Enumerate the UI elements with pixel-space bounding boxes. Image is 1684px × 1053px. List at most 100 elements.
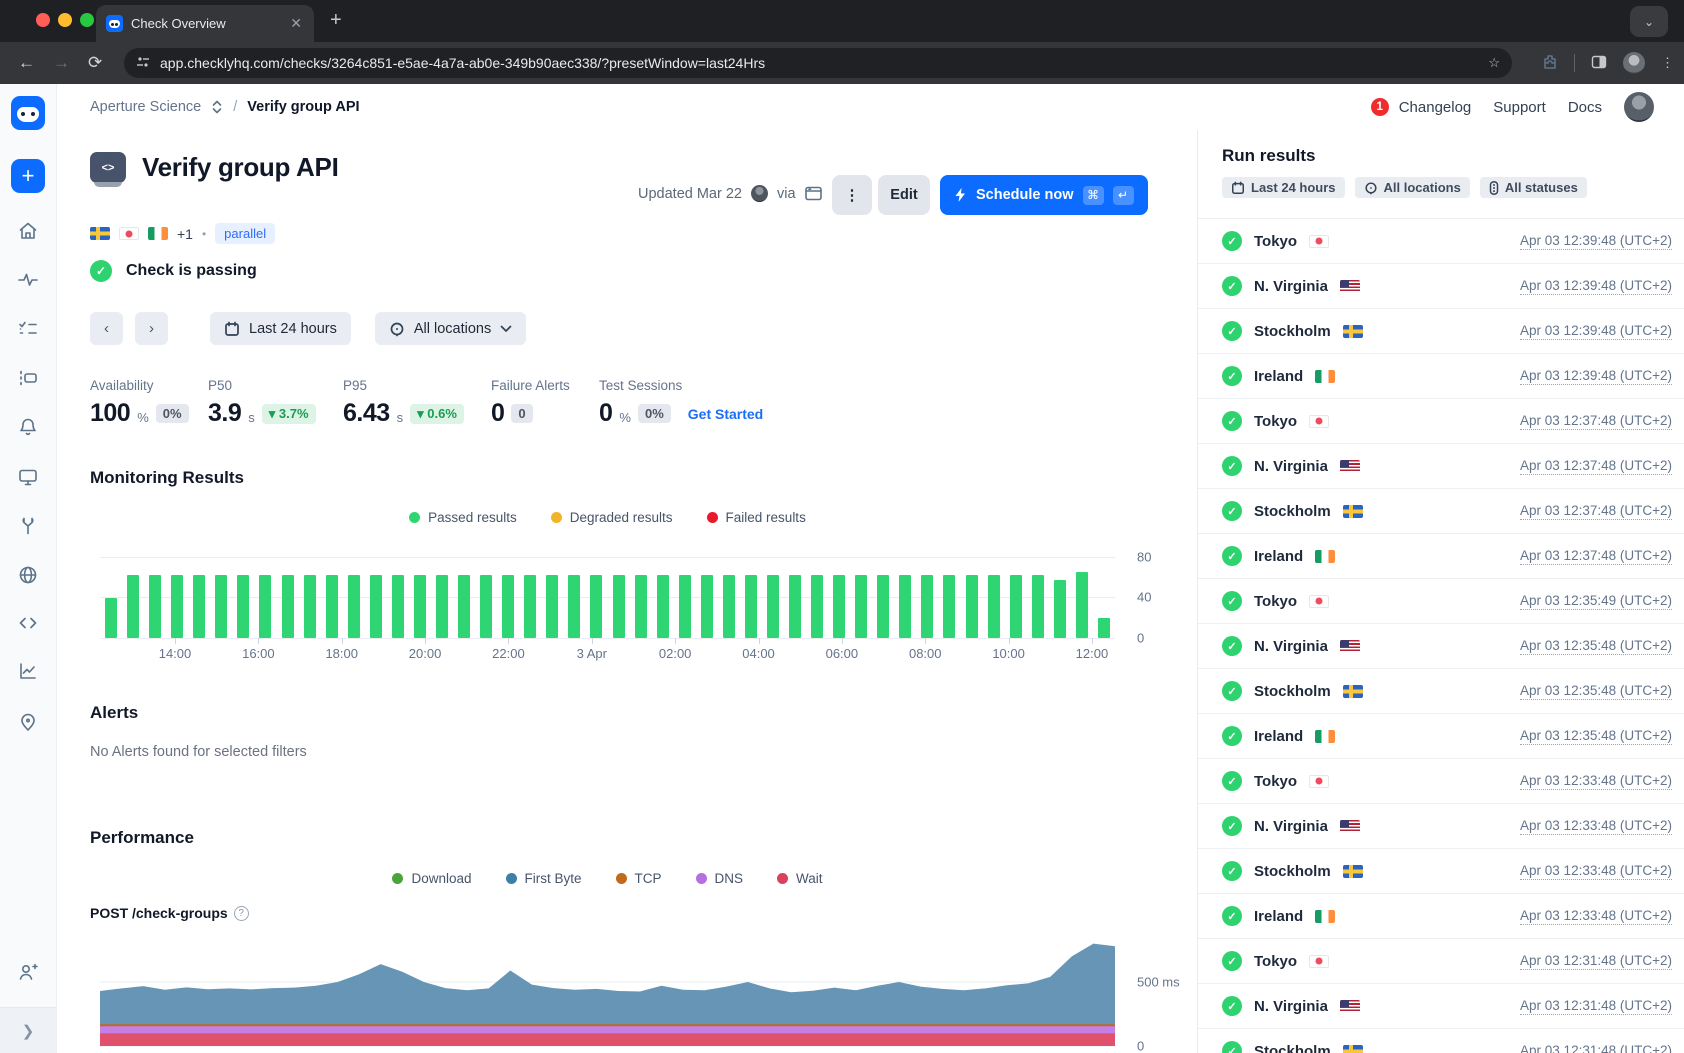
result-bar[interactable] [1054, 580, 1066, 638]
result-bar[interactable] [259, 575, 271, 638]
browser-tab[interactable]: Check Overview ✕ [96, 5, 314, 42]
result-bar[interactable] [1010, 575, 1022, 638]
run-timestamp-link[interactable]: Apr 03 12:35:49 (UTC+2) [1520, 593, 1672, 610]
result-bar[interactable] [370, 575, 382, 638]
run-timestamp-link[interactable]: Apr 03 12:31:48 (UTC+2) [1520, 998, 1672, 1015]
result-bar[interactable] [701, 575, 713, 638]
result-bar[interactable] [833, 575, 845, 638]
result-bar[interactable] [215, 575, 227, 638]
next-window-button[interactable]: › [135, 312, 168, 345]
run-result-row[interactable]: ✓N. VirginiaApr 03 12:37:48 (UTC+2) [1198, 444, 1684, 489]
run-result-row[interactable]: ✓StockholmApr 03 12:33:48 (UTC+2) [1198, 849, 1684, 894]
result-bar[interactable] [635, 575, 647, 638]
result-bar[interactable] [149, 575, 161, 638]
locations-pin-icon[interactable] [17, 711, 39, 733]
result-bar[interactable] [348, 575, 360, 638]
browser-menu-icon[interactable]: ⋮ [1661, 55, 1674, 71]
result-bar[interactable] [811, 575, 823, 638]
result-bar[interactable] [282, 575, 294, 638]
run-timestamp-link[interactable]: Apr 03 12:37:48 (UTC+2) [1520, 503, 1672, 520]
result-bar[interactable] [966, 575, 978, 638]
run-timestamp-link[interactable]: Apr 03 12:33:48 (UTC+2) [1520, 773, 1672, 790]
run-timestamp-link[interactable]: Apr 03 12:31:48 (UTC+2) [1520, 953, 1672, 970]
schedule-now-button[interactable]: Schedule now ⌘ ↵ [940, 175, 1148, 215]
run-timestamp-link[interactable]: Apr 03 12:33:48 (UTC+2) [1520, 908, 1672, 925]
result-bar[interactable] [1098, 618, 1110, 638]
result-bar[interactable] [679, 575, 691, 638]
run-result-row[interactable]: ✓TokyoApr 03 12:37:48 (UTC+2) [1198, 399, 1684, 444]
run-result-row[interactable]: ✓N. VirginiaApr 03 12:35:48 (UTC+2) [1198, 624, 1684, 669]
result-bar[interactable] [1032, 575, 1044, 638]
maximize-window-button[interactable] [80, 13, 94, 27]
extensions-icon[interactable] [1542, 54, 1558, 73]
run-result-row[interactable]: ✓TokyoApr 03 12:35:49 (UTC+2) [1198, 579, 1684, 624]
result-bar[interactable] [1076, 572, 1088, 638]
run-result-row[interactable]: ✓TokyoApr 03 12:39:48 (UTC+2) [1198, 219, 1684, 264]
account-switcher[interactable]: Aperture Science [90, 99, 201, 115]
tab-close-icon[interactable]: ✕ [288, 15, 304, 32]
result-bar[interactable] [524, 575, 536, 638]
support-link[interactable]: Support [1493, 99, 1546, 116]
sidebar-expand-button[interactable]: ❯ [0, 1007, 56, 1053]
run-filter-locations[interactable]: All locations [1355, 177, 1470, 198]
minimize-window-button[interactable] [58, 13, 72, 27]
run-timestamp-link[interactable]: Apr 03 12:39:48 (UTC+2) [1520, 368, 1672, 385]
invite-user-icon[interactable] [17, 961, 39, 983]
result-bar[interactable] [988, 575, 1000, 638]
result-bar[interactable] [480, 575, 492, 638]
dashboards-monitor-icon[interactable] [17, 466, 39, 488]
alerts-bell-icon[interactable] [17, 416, 39, 438]
wait-area[interactable] [100, 1033, 1115, 1046]
run-timestamp-link[interactable]: Apr 03 12:39:48 (UTC+2) [1520, 233, 1672, 250]
result-bar[interactable] [613, 575, 625, 638]
run-result-row[interactable]: ✓StockholmApr 03 12:35:48 (UTC+2) [1198, 669, 1684, 714]
url-text[interactable]: app.checklyhq.com/checks/3264c851-e5ae-4… [160, 55, 1478, 71]
run-result-row[interactable]: ✓TokyoApr 03 12:33:48 (UTC+2) [1198, 759, 1684, 804]
run-timestamp-link[interactable]: Apr 03 12:37:48 (UTC+2) [1520, 548, 1672, 565]
run-result-row[interactable]: ✓StockholmApr 03 12:31:48 (UTC+2) [1198, 1029, 1684, 1053]
create-new-button[interactable]: + [11, 159, 45, 193]
result-bar[interactable] [502, 575, 514, 638]
run-timestamp-link[interactable]: Apr 03 12:39:48 (UTC+2) [1520, 323, 1672, 340]
locations-filter-button[interactable]: All locations [375, 312, 526, 345]
result-bar[interactable] [171, 575, 183, 638]
result-bar[interactable] [877, 575, 889, 638]
result-bar[interactable] [304, 575, 316, 638]
result-bar[interactable] [921, 575, 933, 638]
run-result-row[interactable]: ✓IrelandApr 03 12:37:48 (UTC+2) [1198, 534, 1684, 579]
result-bar[interactable] [899, 575, 911, 638]
reload-icon[interactable]: ⟳ [88, 53, 102, 73]
run-result-row[interactable]: ✓IrelandApr 03 12:39:48 (UTC+2) [1198, 354, 1684, 399]
private-locations-globe-icon[interactable] [17, 564, 39, 586]
run-timestamp-link[interactable]: Apr 03 12:33:48 (UTC+2) [1520, 818, 1672, 835]
run-timestamp-link[interactable]: Apr 03 12:39:48 (UTC+2) [1520, 278, 1672, 295]
run-timestamp-link[interactable]: Apr 03 12:37:48 (UTC+2) [1520, 458, 1672, 475]
run-filter-statuses[interactable]: All statuses [1480, 177, 1587, 198]
checklist-icon[interactable] [17, 318, 39, 340]
account-switch-icon[interactable] [211, 99, 223, 115]
result-bar[interactable] [436, 575, 448, 638]
run-result-row[interactable]: ✓IrelandApr 03 12:33:48 (UTC+2) [1198, 894, 1684, 939]
result-bar[interactable] [789, 575, 801, 638]
close-window-button[interactable] [36, 13, 50, 27]
result-bar[interactable] [127, 575, 139, 638]
time-range-button[interactable]: Last 24 hours [210, 312, 351, 345]
analytics-chart-icon[interactable] [17, 660, 39, 682]
edit-button[interactable]: Edit [878, 175, 930, 215]
get-started-link[interactable]: Get Started [688, 406, 763, 422]
result-bar[interactable] [458, 575, 470, 638]
result-bar[interactable] [568, 575, 580, 638]
run-timestamp-link[interactable]: Apr 03 12:33:48 (UTC+2) [1520, 863, 1672, 880]
result-bar[interactable] [193, 575, 205, 638]
run-result-row[interactable]: ✓StockholmApr 03 12:39:48 (UTC+2) [1198, 309, 1684, 354]
result-bar[interactable] [590, 575, 602, 638]
result-bar[interactable] [237, 575, 249, 638]
result-bar[interactable] [414, 575, 426, 638]
pulse-icon[interactable] [17, 269, 39, 291]
run-timestamp-link[interactable]: Apr 03 12:37:48 (UTC+2) [1520, 413, 1672, 430]
docs-link[interactable]: Docs [1568, 99, 1602, 116]
run-timestamp-link[interactable]: Apr 03 12:35:48 (UTC+2) [1520, 638, 1672, 655]
url-bar[interactable]: app.checklyhq.com/checks/3264c851-e5ae-4… [124, 48, 1512, 78]
run-timestamp-link[interactable]: Apr 03 12:35:48 (UTC+2) [1520, 728, 1672, 745]
new-tab-button[interactable]: + [330, 9, 342, 32]
